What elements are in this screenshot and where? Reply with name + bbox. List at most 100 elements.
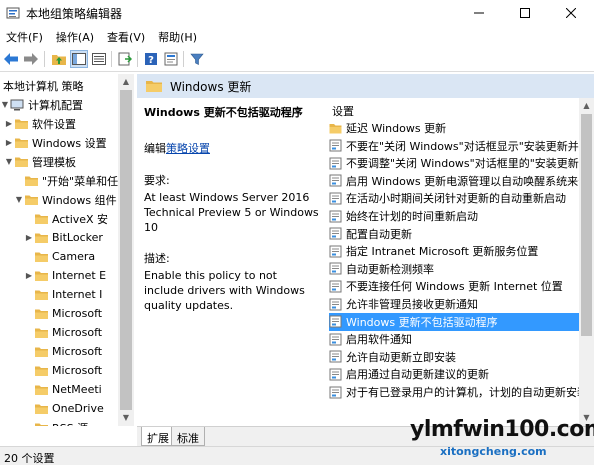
export-list-button[interactable] (116, 50, 134, 68)
tree-item-label: Microsoft (52, 326, 103, 339)
tab-standard[interactable]: 标准 (171, 427, 205, 446)
tree-item[interactable]: Microsoft (24, 304, 102, 323)
tree-scrollbar[interactable]: ▲ ▼ (118, 74, 134, 426)
settings-policy-row[interactable]: 不要连接任何 Windows 更新 Internet 位置 (329, 277, 579, 295)
settings-policy-row[interactable]: 不要调整"关闭 Windows"对话框里的"安装更新并 (329, 154, 579, 172)
settings-policy-row[interactable]: 启用通过自动更新建议的更新 (329, 365, 579, 383)
settings-row-label: 启用通过自动更新建议的更新 (346, 368, 489, 382)
policy-tree[interactable]: 本地计算机 策略 ▼ 计算机配置 ▶ 软件设置 ▶ Windows 设置 ▼ 管理模板 "开始"菜… (0, 74, 134, 426)
menu-bar: 文件(F) 操作(A) 查看(V) 帮助(H) (0, 26, 594, 46)
tree-item[interactable]: ▶ BitLocker (24, 228, 103, 247)
up-folder-button[interactable] (50, 50, 68, 68)
settings-policy-row[interactable]: 始终在计划的时间重新启动 (329, 207, 579, 225)
menu-file[interactable]: 文件(F) (0, 26, 50, 46)
tree-twisty-icon[interactable]: ▶ (24, 271, 34, 280)
requirements-label: 要求: (144, 174, 170, 187)
tree-scroll-up-icon[interactable]: ▲ (118, 74, 134, 90)
settings-policy-row[interactable]: 启用 Windows 更新电源管理以自动唤醒系统来安 (329, 172, 579, 190)
tree-item[interactable]: ▼ Windows 组件 (14, 190, 117, 209)
folder-icon (35, 271, 48, 281)
tree-item[interactable]: Microsoft (24, 361, 102, 380)
tree-item[interactable]: 本地计算机 策略 (0, 76, 84, 95)
properties-button[interactable] (162, 50, 180, 68)
tree-twisty-icon[interactable]: ▶ (4, 138, 14, 147)
tree-item[interactable]: Camera (24, 247, 95, 266)
tree-scroll-down-icon[interactable]: ▼ (118, 410, 134, 426)
filter-button[interactable] (188, 50, 206, 68)
settings-policy-row[interactable]: 允许自动更新立即安装 (329, 348, 579, 366)
close-button[interactable] (548, 0, 594, 26)
list-view-button[interactable] (90, 50, 108, 68)
show-hide-tree-button[interactable] (70, 50, 88, 68)
tree-item-label: Internet I (52, 288, 103, 301)
tree-item-label: "开始"菜单和任 (42, 174, 119, 188)
settings-policy-row[interactable]: 允许非管理员接收更新通知 (329, 295, 579, 313)
tree-item[interactable]: ▶ Windows 设置 (4, 133, 107, 152)
settings-row-label: 允许非管理员接收更新通知 (346, 298, 478, 311)
policy-title: Windows 更新不包括驱动程序 (144, 106, 303, 119)
tree-item[interactable]: ▶ Internet E (24, 266, 106, 285)
edit-policy-setting-link[interactable]: 策略设置 (166, 142, 210, 155)
back-button[interactable] (2, 50, 20, 68)
folder-icon (35, 385, 48, 395)
tab-extended[interactable]: 扩展 (141, 427, 175, 446)
settings-policy-row[interactable]: 在活动小时期间关闭针对更新的自动重新启动 (329, 189, 579, 207)
settings-row-label: 不要连接任何 Windows 更新 Internet 位置 (346, 280, 563, 294)
tree-item[interactable]: Microsoft (24, 342, 102, 361)
maximize-button[interactable] (502, 0, 548, 26)
settings-row-label: 始终在计划的时间重新启动 (346, 210, 478, 223)
tree-scroll-thumb[interactable] (120, 90, 132, 410)
settings-policy-row[interactable]: 对于有已登录用户的计算机，计划的自动更新安装 (329, 383, 579, 401)
tree-twisty-icon[interactable]: ▼ (4, 157, 14, 166)
folder-icon (35, 423, 48, 426)
forward-button[interactable] (22, 50, 40, 68)
settings-folder-row[interactable]: 延迟 Windows 更新 (329, 119, 579, 137)
policy-setting-icon (329, 245, 342, 258)
tree-item-label: Microsoft (52, 307, 103, 320)
watermark-line1: ylmfwin100.com (410, 417, 594, 442)
menu-view[interactable]: 查看(V) (101, 26, 152, 46)
settings-row-label: 自动更新检测频率 (346, 262, 434, 276)
list-scroll-up-icon[interactable]: ▲ (579, 98, 594, 114)
tree-item[interactable]: Microsoft (24, 323, 102, 342)
policy-setting-icon (329, 333, 342, 346)
settings-policy-row[interactable]: 配置自动更新 (329, 225, 579, 243)
tree-twisty-icon[interactable]: ▶ (4, 119, 14, 128)
tree-item[interactable]: ▼ 计算机配置 (0, 95, 83, 114)
tree-twisty-icon[interactable]: ▼ (0, 100, 10, 109)
tree-item-label: Microsoft (52, 345, 103, 358)
tree-twisty-icon[interactable]: ▼ (14, 195, 24, 204)
tree-item-label: RSS 源 (52, 420, 88, 427)
folder-icon (35, 233, 48, 243)
help-button[interactable]: ? (142, 50, 160, 68)
description-text: Enable this policy to not include driver… (144, 269, 305, 312)
tree-twisty-icon[interactable]: ▶ (24, 233, 34, 242)
tree-item[interactable]: ▶ 软件设置 (4, 114, 76, 133)
settings-policy-row[interactable]: 指定 Intranet Microsoft 更新服务位置 (329, 242, 579, 260)
tree-item[interactable]: Internet I (24, 285, 102, 304)
settings-policy-row[interactable]: 启用软件通知 (329, 330, 579, 348)
tree-item[interactable]: RSS 源 (24, 418, 88, 426)
folder-icon (25, 195, 38, 205)
tree-item-label: 管理模板 (32, 155, 76, 169)
settings-list[interactable]: 设置 延迟 Windows 更新 不要在"关闭 Windows"对话框显示"安装更… (323, 98, 579, 426)
minimize-button[interactable] (456, 0, 502, 26)
policy-setting-icon (329, 210, 342, 222)
tree-item[interactable]: ▼ 管理模板 (4, 152, 76, 171)
settings-policy-row[interactable]: Windows 更新不包括驱动程序 (329, 312, 579, 331)
tree-item[interactable]: ActiveX 安 (24, 209, 108, 228)
policy-setting-icon (329, 192, 342, 205)
menu-help[interactable]: 帮助(H) (152, 26, 204, 46)
settings-policy-row[interactable]: 不要在"关闭 Windows"对话框显示"安装更新并关 (329, 137, 579, 155)
tree-item[interactable]: "开始"菜单和任 (14, 171, 118, 190)
settings-policy-row[interactable]: 自动更新检测频率 (329, 260, 579, 278)
export-icon (118, 52, 132, 66)
settings-scrollbar[interactable]: ▲ ▼ (579, 98, 594, 426)
menu-action[interactable]: 操作(A) (50, 26, 101, 46)
policy-setting-icon (329, 315, 342, 328)
settings-column-header[interactable]: 设置 (323, 98, 579, 118)
list-scroll-thumb[interactable] (581, 114, 592, 336)
tree-item[interactable]: OneDrive (24, 399, 104, 418)
title-bar: 本地组策略编辑器 (0, 0, 594, 26)
tree-item[interactable]: NetMeeti (24, 380, 102, 399)
